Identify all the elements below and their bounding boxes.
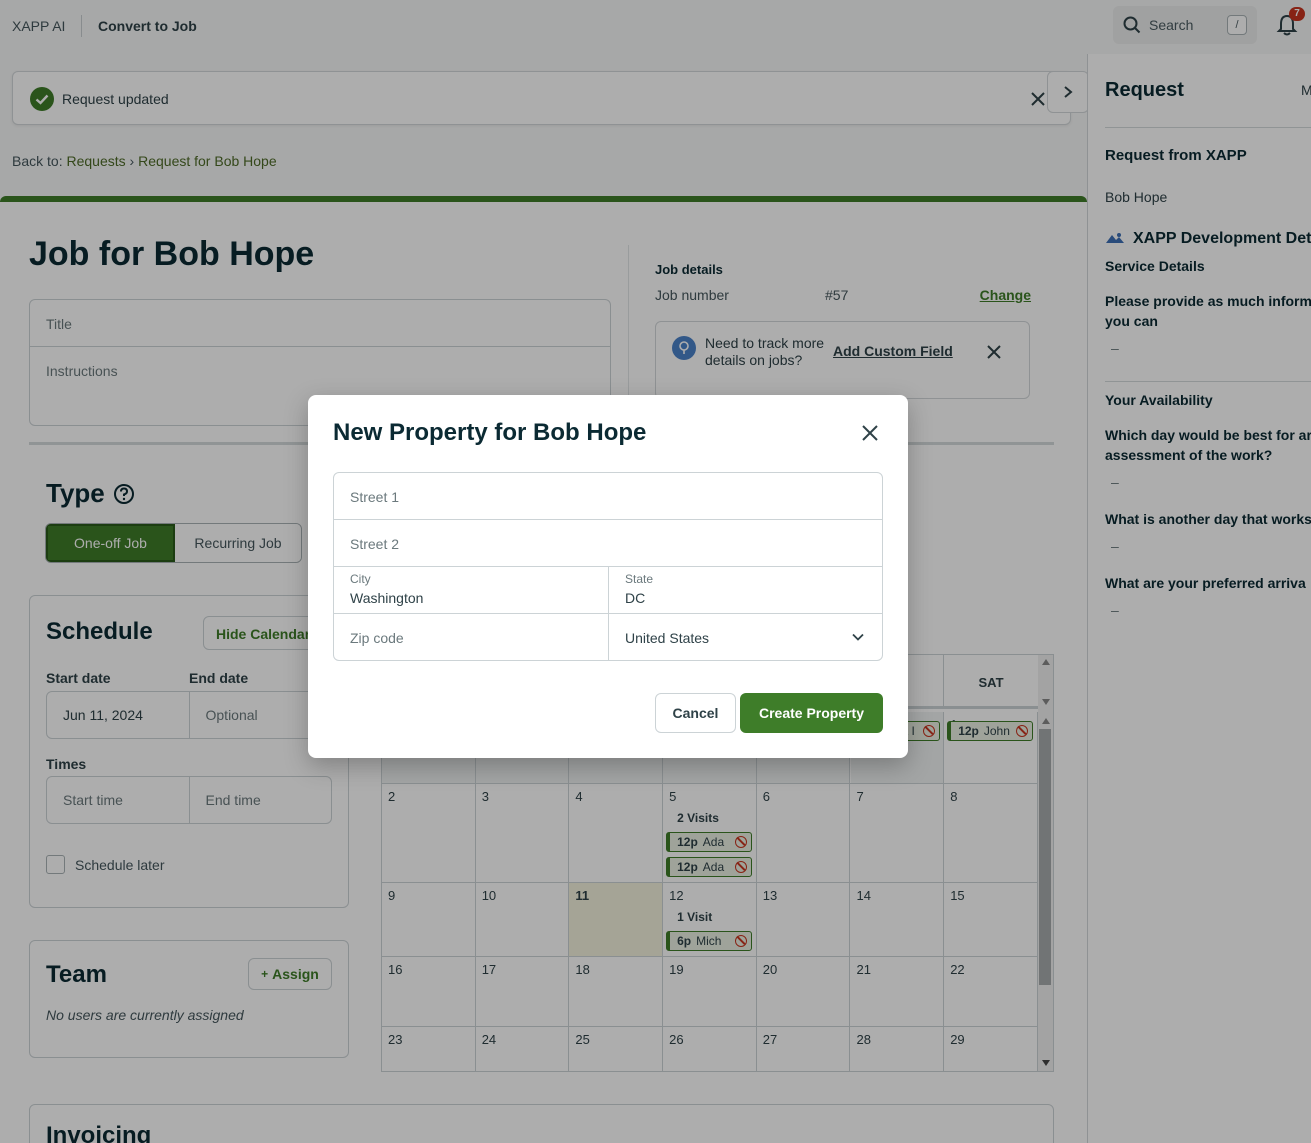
state-field[interactable]: State DC xyxy=(608,567,882,614)
close-icon[interactable] xyxy=(860,423,880,443)
property-form: Street 1 Street 2 City Washington State … xyxy=(333,472,883,661)
street-2-input[interactable]: Street 2 xyxy=(334,520,882,567)
zip-input[interactable]: Zip code xyxy=(350,630,404,646)
state-input[interactable]: DC xyxy=(625,590,645,606)
city-field[interactable]: City Washington xyxy=(334,567,608,614)
city-input[interactable]: Washington xyxy=(350,590,423,606)
state-label: State xyxy=(625,572,654,586)
city-label: City xyxy=(350,572,371,586)
city-state-row: City Washington State DC xyxy=(334,567,882,614)
street-1-input[interactable]: Street 1 xyxy=(334,473,882,520)
chevron-down-icon xyxy=(852,633,864,641)
create-property-button[interactable]: Create Property xyxy=(740,693,883,733)
country-value: United States xyxy=(625,630,710,646)
dialog-title: New Property for Bob Hope xyxy=(333,419,647,446)
cancel-button[interactable]: Cancel xyxy=(655,693,736,733)
country-select[interactable]: United States xyxy=(608,614,882,661)
new-property-dialog: New Property for Bob Hope Street 1 Stree… xyxy=(308,395,908,758)
zip-field[interactable]: Zip code xyxy=(334,614,608,661)
